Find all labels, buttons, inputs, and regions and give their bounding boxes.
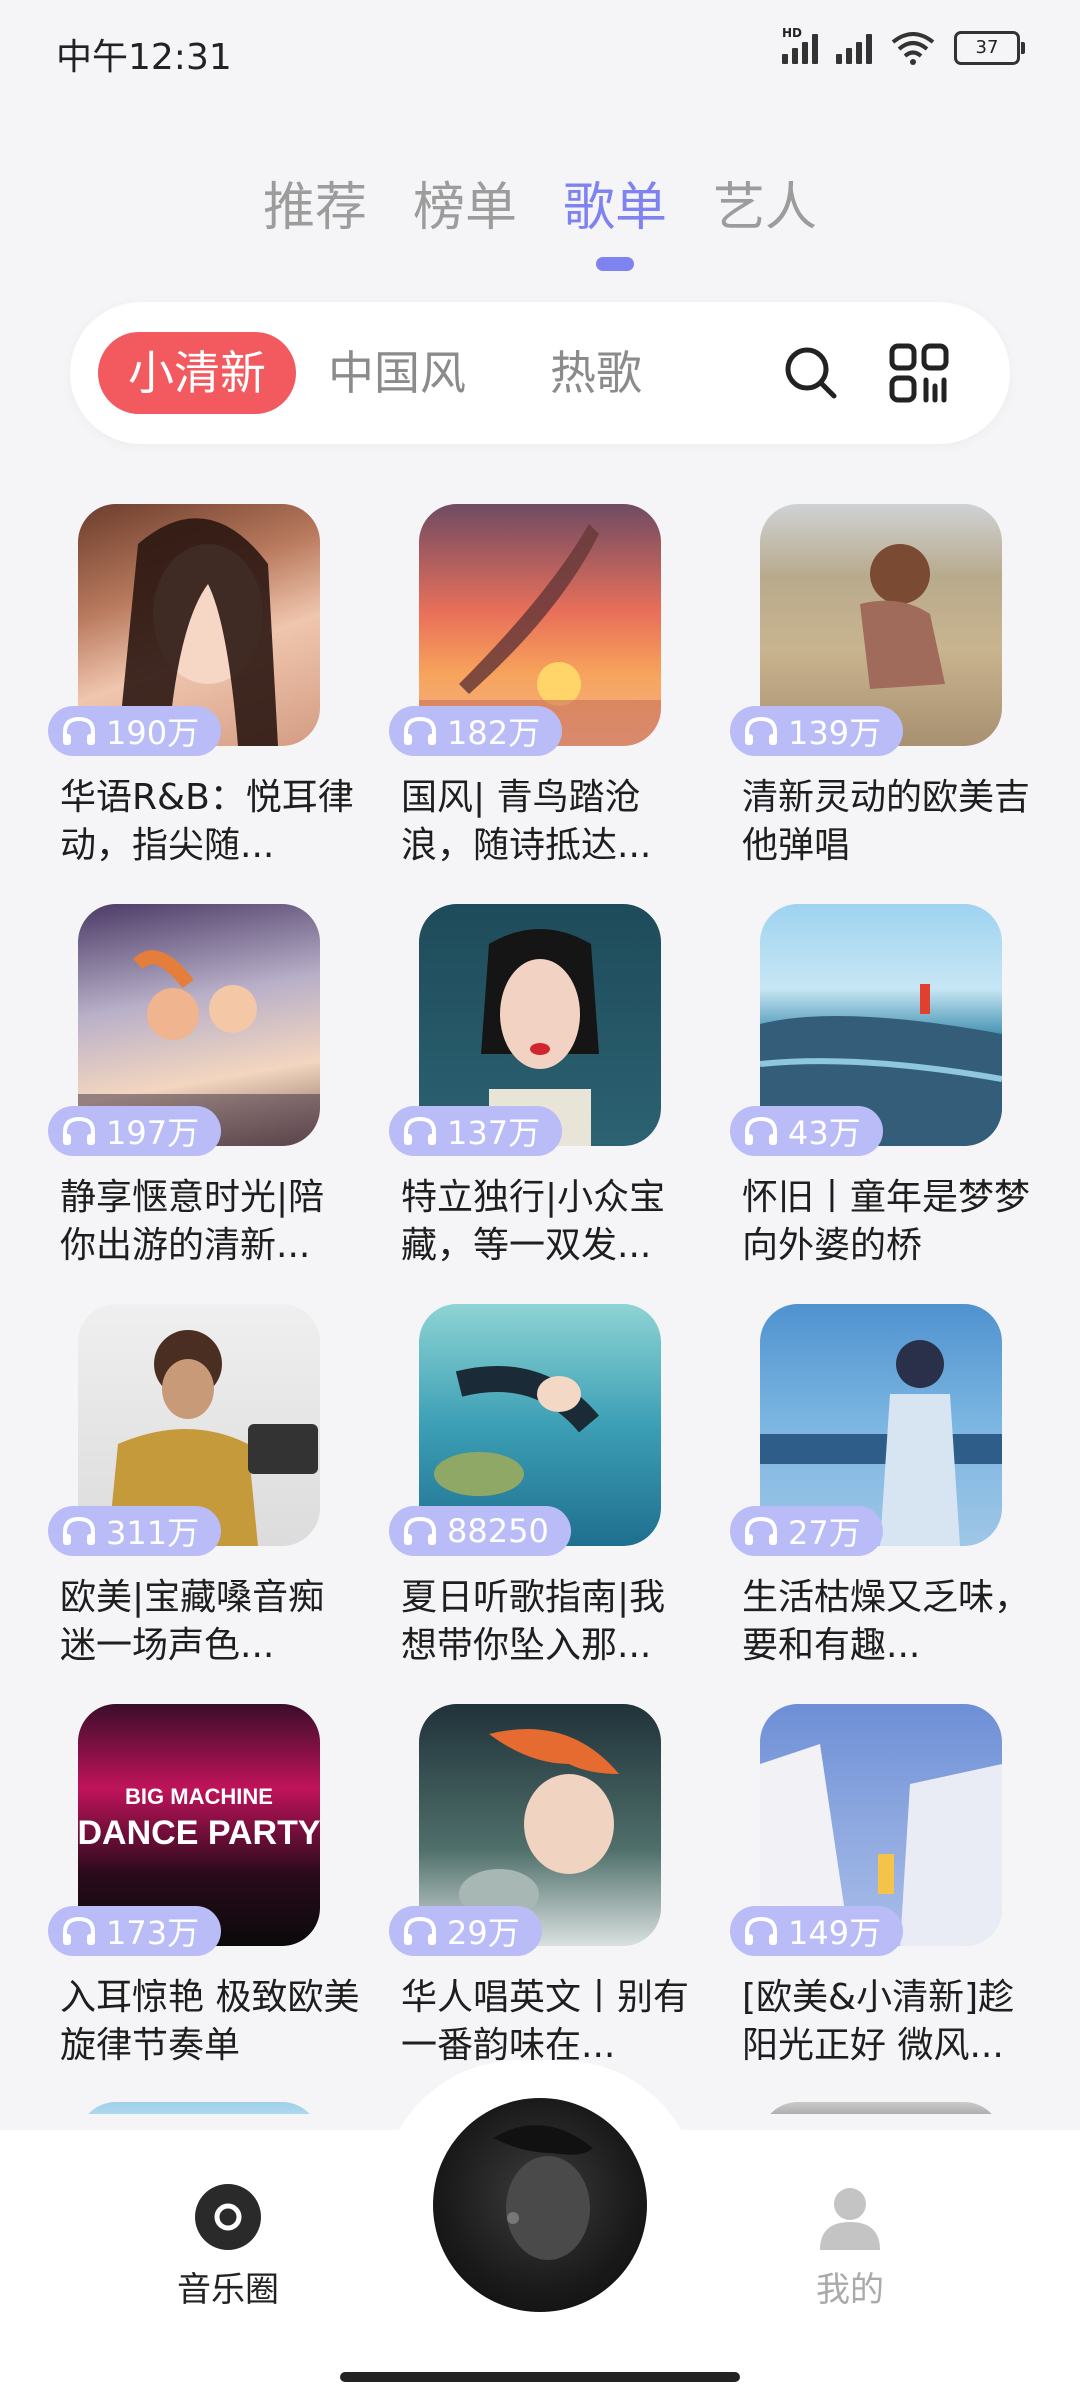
chip-chinese-style[interactable]: 中国风	[328, 332, 466, 414]
main-tabs: 推荐 榜单 歌单 艺人	[0, 165, 1080, 271]
playlist-title: 夏日听歌指南|我想带你坠入那...	[401, 1577, 666, 1666]
headphone-icon	[404, 716, 436, 745]
playlist-card[interactable]: 311万 欧美|宝藏嗓音痴迷一场声色...	[48, 1304, 354, 1684]
playlist-card[interactable]: 190万 华语R&B：悦耳律动，指尖随...	[48, 504, 354, 884]
playlist-title: 国风| 青鸟踏沧浪，随诗抵达...	[401, 777, 652, 866]
play-count: 197万	[106, 1114, 200, 1152]
playlist-cover-partial	[760, 2102, 1002, 2114]
active-tab-indicator	[596, 257, 634, 271]
headphone-icon	[404, 1516, 436, 1545]
play-count-badge: 182万	[389, 706, 563, 756]
playlist-title: 欧美|宝藏嗓音痴迷一场声色...	[60, 1577, 325, 1666]
playlist-card[interactable]: 29万 华人唱英文丨别有一番韵味在...	[389, 1704, 695, 2084]
home-indicator[interactable]	[340, 2372, 740, 2382]
playlist-title: 怀旧丨童年是梦梦向外婆的桥	[742, 1177, 1031, 1266]
playlist-title: [欧美&小清新]趁阳光正好 微风...	[742, 1977, 1015, 2066]
tab-recommend[interactable]: 推荐	[263, 165, 367, 240]
headphone-icon	[404, 1916, 436, 1945]
status-time: 中午12:31	[56, 37, 232, 78]
play-count: 27万	[788, 1514, 861, 1552]
cover-text-line2: DANCE PARTY	[78, 1814, 320, 1852]
tab-playlists[interactable]: 歌单	[563, 165, 668, 271]
headphone-icon	[745, 716, 777, 745]
headphone-icon	[63, 716, 95, 745]
headphone-icon	[745, 1116, 777, 1145]
playlist-card[interactable]: 182万 国风| 青鸟踏沧浪，随诗抵达...	[389, 504, 695, 884]
play-count: 311万	[106, 1514, 200, 1552]
playlist-card[interactable]: 43万 怀旧丨童年是梦梦向外婆的桥	[730, 904, 1036, 1284]
play-count-badge: 43万	[730, 1106, 883, 1156]
playlist-title: 华人唱英文丨别有一番韵味在...	[401, 1977, 690, 2066]
playlist-card[interactable]: 149万 [欧美&小清新]趁阳光正好 微风...	[730, 1704, 1036, 2084]
playlist-card[interactable]: 137万 特立独行|小众宝藏，等一双发...	[389, 904, 695, 1284]
playlist-card[interactable]: 139万 清新灵动的欧美吉他弹唱	[730, 504, 1036, 884]
music-circle-icon	[195, 2184, 261, 2250]
nav-music-circle[interactable]: 音乐圈	[168, 2182, 288, 2311]
headphone-icon	[63, 1916, 95, 1945]
headphone-icon	[63, 1116, 95, 1145]
nav-me[interactable]: 我的	[790, 2182, 910, 2311]
play-count-badge: 197万	[48, 1106, 222, 1156]
play-count-badge: 137万	[389, 1106, 563, 1156]
play-count-badge: 88250	[389, 1506, 571, 1556]
playlist-card[interactable]: 88250 夏日听歌指南|我想带你坠入那...	[389, 1304, 695, 1684]
cellular-signal-icon-2	[836, 32, 872, 64]
chip-hot-songs[interactable]: 热歌	[550, 332, 642, 414]
play-count: 182万	[447, 714, 541, 752]
playlist-card[interactable]: BIG MACHINE DANCE PARTY 173万 入耳惊艳 极致欧美旋律…	[48, 1704, 359, 2084]
headphone-icon	[63, 1516, 95, 1545]
chip-fresh[interactable]: 小清新	[98, 332, 296, 414]
nav-music-circle-label: 音乐圈	[177, 2270, 279, 2310]
headphone-icon	[404, 1116, 436, 1145]
playlist-title: 生活枯燥又乏味，要和有趣...	[742, 1577, 1031, 1666]
wifi-icon	[891, 32, 935, 65]
play-count: 88250	[447, 1512, 549, 1550]
play-count: 137万	[447, 1114, 541, 1152]
tab-artists[interactable]: 艺人	[713, 165, 817, 240]
playlist-title: 静享惬意时光|陪你出游的清新...	[60, 1177, 325, 1266]
playlist-title: 特立独行|小众宝藏，等一双发...	[401, 1177, 666, 1266]
qr-scan-icon[interactable]	[888, 342, 950, 404]
playlist-grid: 190万 华语R&B：悦耳律动，指尖随... 182万 国风| 青鸟踏沧浪，随诗…	[0, 504, 1080, 2114]
playlist-card[interactable]: 27万 生活枯燥又乏味，要和有趣...	[730, 1304, 1036, 1684]
play-count-badge: 311万	[48, 1506, 222, 1556]
play-count: 139万	[788, 714, 882, 752]
play-count-badge: 149万	[730, 1906, 904, 1956]
play-count: 29万	[447, 1914, 520, 1952]
playlist-title: 华语R&B：悦耳律动，指尖随...	[60, 777, 354, 866]
play-count: 173万	[106, 1914, 200, 1952]
battery-icon: 37	[954, 31, 1025, 65]
playlist-title: 入耳惊艳 极致欧美旋律节奏单	[60, 1977, 360, 2066]
headphone-icon	[745, 1916, 777, 1945]
play-count-badge: 190万	[48, 706, 222, 756]
play-count-badge: 139万	[730, 706, 904, 756]
cover-text-line1: BIG MACHINE	[125, 1784, 273, 1809]
play-count-badge: 173万	[48, 1906, 222, 1956]
play-count: 43万	[788, 1114, 861, 1152]
play-count: 190万	[106, 714, 200, 752]
nav-me-label: 我的	[816, 2270, 884, 2310]
headphone-icon	[745, 1516, 777, 1545]
category-bar: 小清新 中国风 热歌	[70, 302, 1010, 444]
status-icons: HD 37	[782, 26, 1025, 66]
playlist-title: 清新灵动的欧美吉他弹唱	[742, 777, 1031, 866]
tab-charts[interactable]: 榜单	[413, 165, 517, 240]
play-count-badge: 29万	[389, 1906, 542, 1956]
now-playing-disc[interactable]	[433, 2098, 647, 2312]
cellular-signal-icon: HD	[782, 26, 818, 64]
tab-playlists-label: 歌单	[563, 178, 668, 238]
search-icon[interactable]	[780, 342, 842, 404]
play-count: 149万	[788, 1914, 882, 1952]
play-count-badge: 27万	[730, 1506, 883, 1556]
playlist-card[interactable]: 197万 静享惬意时光|陪你出游的清新...	[48, 904, 354, 1284]
now-playing-cover	[493, 2125, 593, 2260]
status-bar: 中午12:31 HD 37	[0, 0, 1080, 105]
playlist-cover-partial	[78, 2102, 320, 2114]
user-icon	[820, 2188, 880, 2250]
